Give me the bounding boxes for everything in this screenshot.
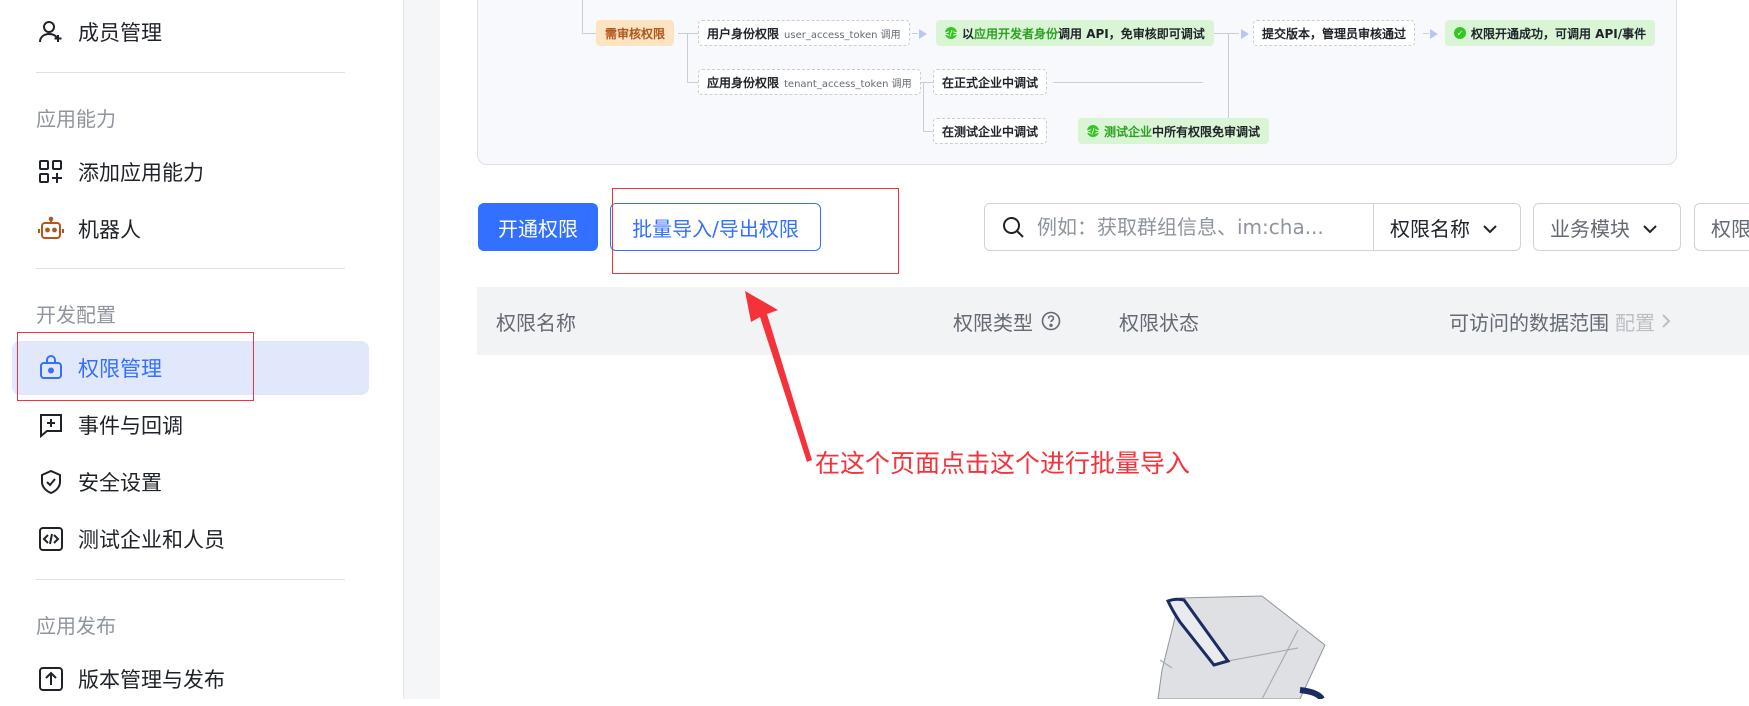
sidebar-item-security[interactable]: 安全设置 [12, 455, 369, 509]
select-value: 业务模块 [1550, 216, 1630, 241]
flow-node-developer-debug: </> 以应用开发者身份 调用 API，免审核即可调试 [936, 20, 1214, 46]
flow-node-submit-version: 提交版本，管理员审核通过 [1253, 20, 1416, 46]
app-grid-add-icon [38, 159, 64, 185]
chevron-down-icon [1482, 215, 1498, 239]
search-icon [1001, 215, 1025, 239]
code-badge-icon: </> [942, 27, 960, 39]
flow-arrow-icon [1430, 29, 1438, 39]
flow-connector [1228, 33, 1229, 131]
sidebar-item-label: 权限管理 [78, 357, 162, 381]
flow-node-need-review: 需审核权限 [596, 20, 675, 46]
flow-node-success: ✓ 权限开通成功，可调用 API/事件 [1445, 20, 1656, 46]
table-header: 权限名称 权限类型 权限状态 可访问的数据范围 配置 [477, 287, 1749, 355]
chevron-right-icon[interactable] [1661, 313, 1671, 329]
permission-flow-diagram: 需审核权限 用户身份权限 user_access_token 调用 </> 以应用… [477, 0, 1677, 165]
annotation-text: 在这个页面点击这个进行批量导入 [815, 449, 1191, 478]
flow-connector [923, 82, 924, 132]
flow-arrow-icon [1241, 29, 1249, 39]
sidebar-item-members[interactable]: 成员管理 [12, 5, 369, 59]
flow-connector [582, 0, 583, 33]
sidebar-item-permissions[interactable]: 权限管理 [12, 341, 369, 395]
column-header-permission-name: 权限名称 [496, 310, 576, 335]
sidebar-item-label: 安全设置 [78, 471, 162, 495]
flow-node-test-debug: 在测试企业中调试 [933, 118, 1048, 144]
sidebar: 成员管理 应用能力 添加应用能力 机器人 开发配置 权限管理 事件与回调 安全设… [0, 0, 404, 699]
flow-connector [678, 33, 698, 34]
empty-box-illustration [1157, 595, 1326, 699]
sidebar-group-title: 开发配置 [36, 303, 116, 327]
sidebar-item-robot[interactable]: 机器人 [12, 202, 369, 256]
flow-connector [687, 82, 698, 83]
help-circle-icon[interactable] [1041, 311, 1061, 331]
filter-business-module-select[interactable]: 业务模块 [1533, 203, 1681, 251]
flow-connector [923, 131, 933, 132]
member-add-icon [38, 19, 64, 45]
sidebar-item-test-enterprise[interactable]: 测试企业和人员 [12, 512, 369, 566]
flow-node-test-free-review: </> 测试企业 中所有权限免审调试 [1078, 118, 1270, 144]
select-value: 权限 [1711, 216, 1749, 241]
sidebar-item-label: 事件与回调 [78, 414, 183, 438]
flow-arrow-icon [919, 29, 927, 39]
enable-permission-button[interactable]: 开通权限 [478, 203, 598, 251]
filter-permission-name-select[interactable]: 权限名称 [1373, 203, 1521, 251]
check-circle-icon: ✓ [1454, 27, 1466, 39]
sidebar-divider [36, 72, 345, 73]
flow-connector [919, 82, 933, 83]
sidebar-item-add-capability[interactable]: 添加应用能力 [12, 145, 369, 199]
column-header-permission-status: 权限状态 [1119, 310, 1199, 335]
flow-connector [1423, 33, 1429, 34]
select-value: 权限名称 [1390, 216, 1470, 241]
sidebar-group-title: 应用能力 [36, 107, 116, 131]
search-input[interactable] [1035, 214, 1339, 240]
flow-node-user-permission: 用户身份权限 user_access_token 调用 [698, 20, 910, 46]
sidebar-group-title: 应用发布 [36, 614, 116, 638]
sidebar-gutter [404, 0, 440, 699]
sidebar-divider [36, 268, 345, 269]
flow-node-app-permission: 应用身份权限 tenant_access_token 调用 [698, 69, 921, 95]
flow-connector [1053, 82, 1203, 83]
batch-import-export-button[interactable]: 批量导入/导出权限 [610, 203, 821, 251]
config-link[interactable]: 配置 [1615, 307, 1655, 336]
sidebar-divider [36, 579, 345, 580]
sidebar-item-label: 测试企业和人员 [78, 528, 225, 552]
sidebar-item-label: 添加应用能力 [78, 161, 204, 185]
sidebar-item-version-release[interactable]: 版本管理与发布 [12, 652, 369, 706]
column-header-permission-type: 权限类型 [953, 287, 1061, 355]
lock-bag-icon [38, 355, 64, 381]
code-box-icon [38, 526, 64, 552]
flow-connector [582, 33, 596, 34]
upload-box-icon [38, 666, 64, 692]
sidebar-item-label: 成员管理 [78, 21, 162, 45]
event-callback-icon [38, 412, 64, 438]
flow-connector [687, 33, 688, 83]
chevron-down-icon [1642, 215, 1658, 239]
flow-node-formal-debug: 在正式企业中调试 [933, 69, 1048, 95]
search-box[interactable] [984, 203, 1374, 251]
sidebar-item-label: 机器人 [78, 218, 141, 242]
code-badge-icon: </> [1084, 125, 1102, 137]
sidebar-item-label: 版本管理与发布 [78, 668, 225, 692]
sidebar-item-events[interactable]: 事件与回调 [12, 398, 369, 452]
flow-connector [1213, 33, 1239, 34]
shield-check-icon [38, 469, 64, 495]
robot-icon [38, 216, 64, 242]
column-header-data-scope: 可访问的数据范围 配置 [1449, 287, 1671, 355]
flow-connector [912, 33, 918, 34]
filter-third-select[interactable]: 权限 [1694, 203, 1749, 251]
